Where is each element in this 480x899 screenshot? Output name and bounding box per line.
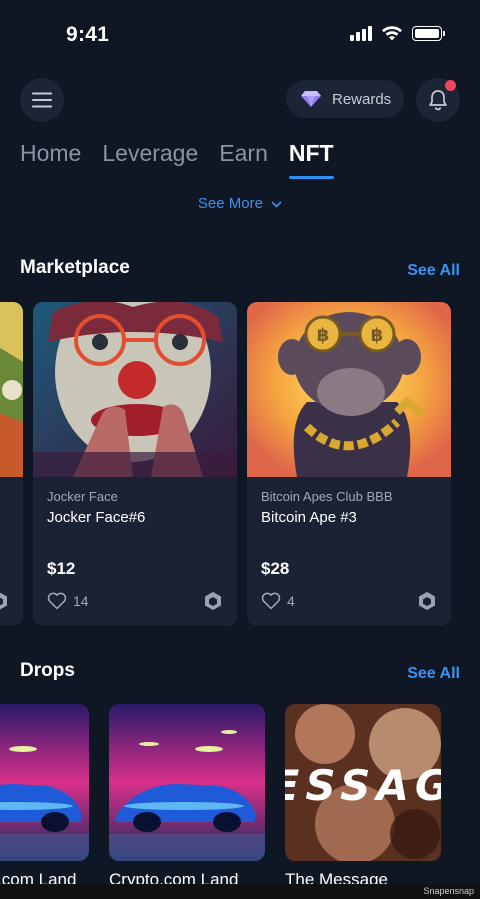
status-time: 9:41 <box>66 23 110 46</box>
chain-hexagon-icon <box>203 591 223 616</box>
nft-price: $12 <box>47 559 76 578</box>
watermark-label: Snapensnap <box>423 886 474 896</box>
marketplace-see-all-link[interactable]: See All <box>407 262 460 280</box>
nft-card-partial[interactable] <box>0 302 23 626</box>
like-button[interactable]: 4 <box>261 592 295 610</box>
nft-card[interactable]: ฿ ฿ Bitcoin Apes Club BBB Bitcoin Ape #3… <box>247 302 451 626</box>
tab-nft[interactable]: NFT <box>288 140 334 179</box>
nft-artwork-image: ฿ ฿ <box>247 302 451 477</box>
chevron-down-icon <box>271 200 282 208</box>
drops-title: Drops <box>20 660 75 681</box>
heart-icon <box>47 592 67 610</box>
notification-badge <box>445 80 456 91</box>
drop-card[interactable]: ESSAG <box>285 704 441 861</box>
bottom-strip <box>0 884 480 899</box>
menu-button[interactable] <box>20 78 64 122</box>
main-tabs: Home Leverage Earn NFT <box>20 140 334 179</box>
chain-hexagon-icon <box>0 591 9 616</box>
bell-icon <box>429 90 447 111</box>
nft-artwork-image <box>33 302 237 477</box>
drops-see-all-link[interactable]: See All <box>407 665 460 683</box>
nft-name: Bitcoin Ape #3 <box>261 509 357 526</box>
nft-collection-name: Jocker Face <box>47 489 118 504</box>
cellular-signal-icon <box>350 25 372 41</box>
tab-home[interactable]: Home <box>20 140 81 179</box>
nft-card[interactable]: Jocker Face Jocker Face#6 $12 14 <box>33 302 237 626</box>
like-count: 4 <box>287 593 295 609</box>
like-count: 14 <box>73 593 89 609</box>
see-more-label: See More <box>197 195 263 212</box>
chain-hexagon-icon <box>417 591 437 616</box>
notifications-button[interactable] <box>416 78 460 122</box>
nft-artwork-image <box>0 302 23 477</box>
marketplace-title: Marketplace <box>20 257 130 278</box>
svg-text:฿: ฿ <box>371 325 384 346</box>
nft-collection-name: Bitcoin Apes Club BBB <box>261 489 393 504</box>
tab-earn[interactable]: Earn <box>219 140 268 179</box>
hamburger-menu-icon <box>32 92 52 108</box>
drop-card[interactable] <box>109 704 265 861</box>
drop-artwork-image: ESSAG <box>285 704 441 861</box>
drop-artwork-image <box>109 704 265 861</box>
wifi-icon <box>382 26 402 41</box>
see-more-link[interactable]: See More <box>0 195 480 212</box>
nft-price: $28 <box>261 559 290 578</box>
like-button[interactable]: 14 <box>47 592 89 610</box>
status-bar: 9:41 <box>0 0 480 70</box>
heart-icon <box>261 592 281 610</box>
tab-leverage[interactable]: Leverage <box>102 140 198 179</box>
nft-screen: 9:41 Rewards Home Leverage Earn NFT See … <box>0 0 480 899</box>
drop-art-text: ESSAG <box>285 761 441 810</box>
drop-artwork-image <box>0 704 89 861</box>
drop-card[interactable] <box>0 704 89 861</box>
battery-icon <box>412 25 445 41</box>
svg-text:฿: ฿ <box>317 325 330 346</box>
rewards-label: Rewards <box>332 90 392 108</box>
status-icons <box>350 25 445 41</box>
diamond-icon <box>301 91 321 107</box>
rewards-button[interactable]: Rewards <box>286 80 404 118</box>
nft-name: Jocker Face#6 <box>47 509 146 526</box>
